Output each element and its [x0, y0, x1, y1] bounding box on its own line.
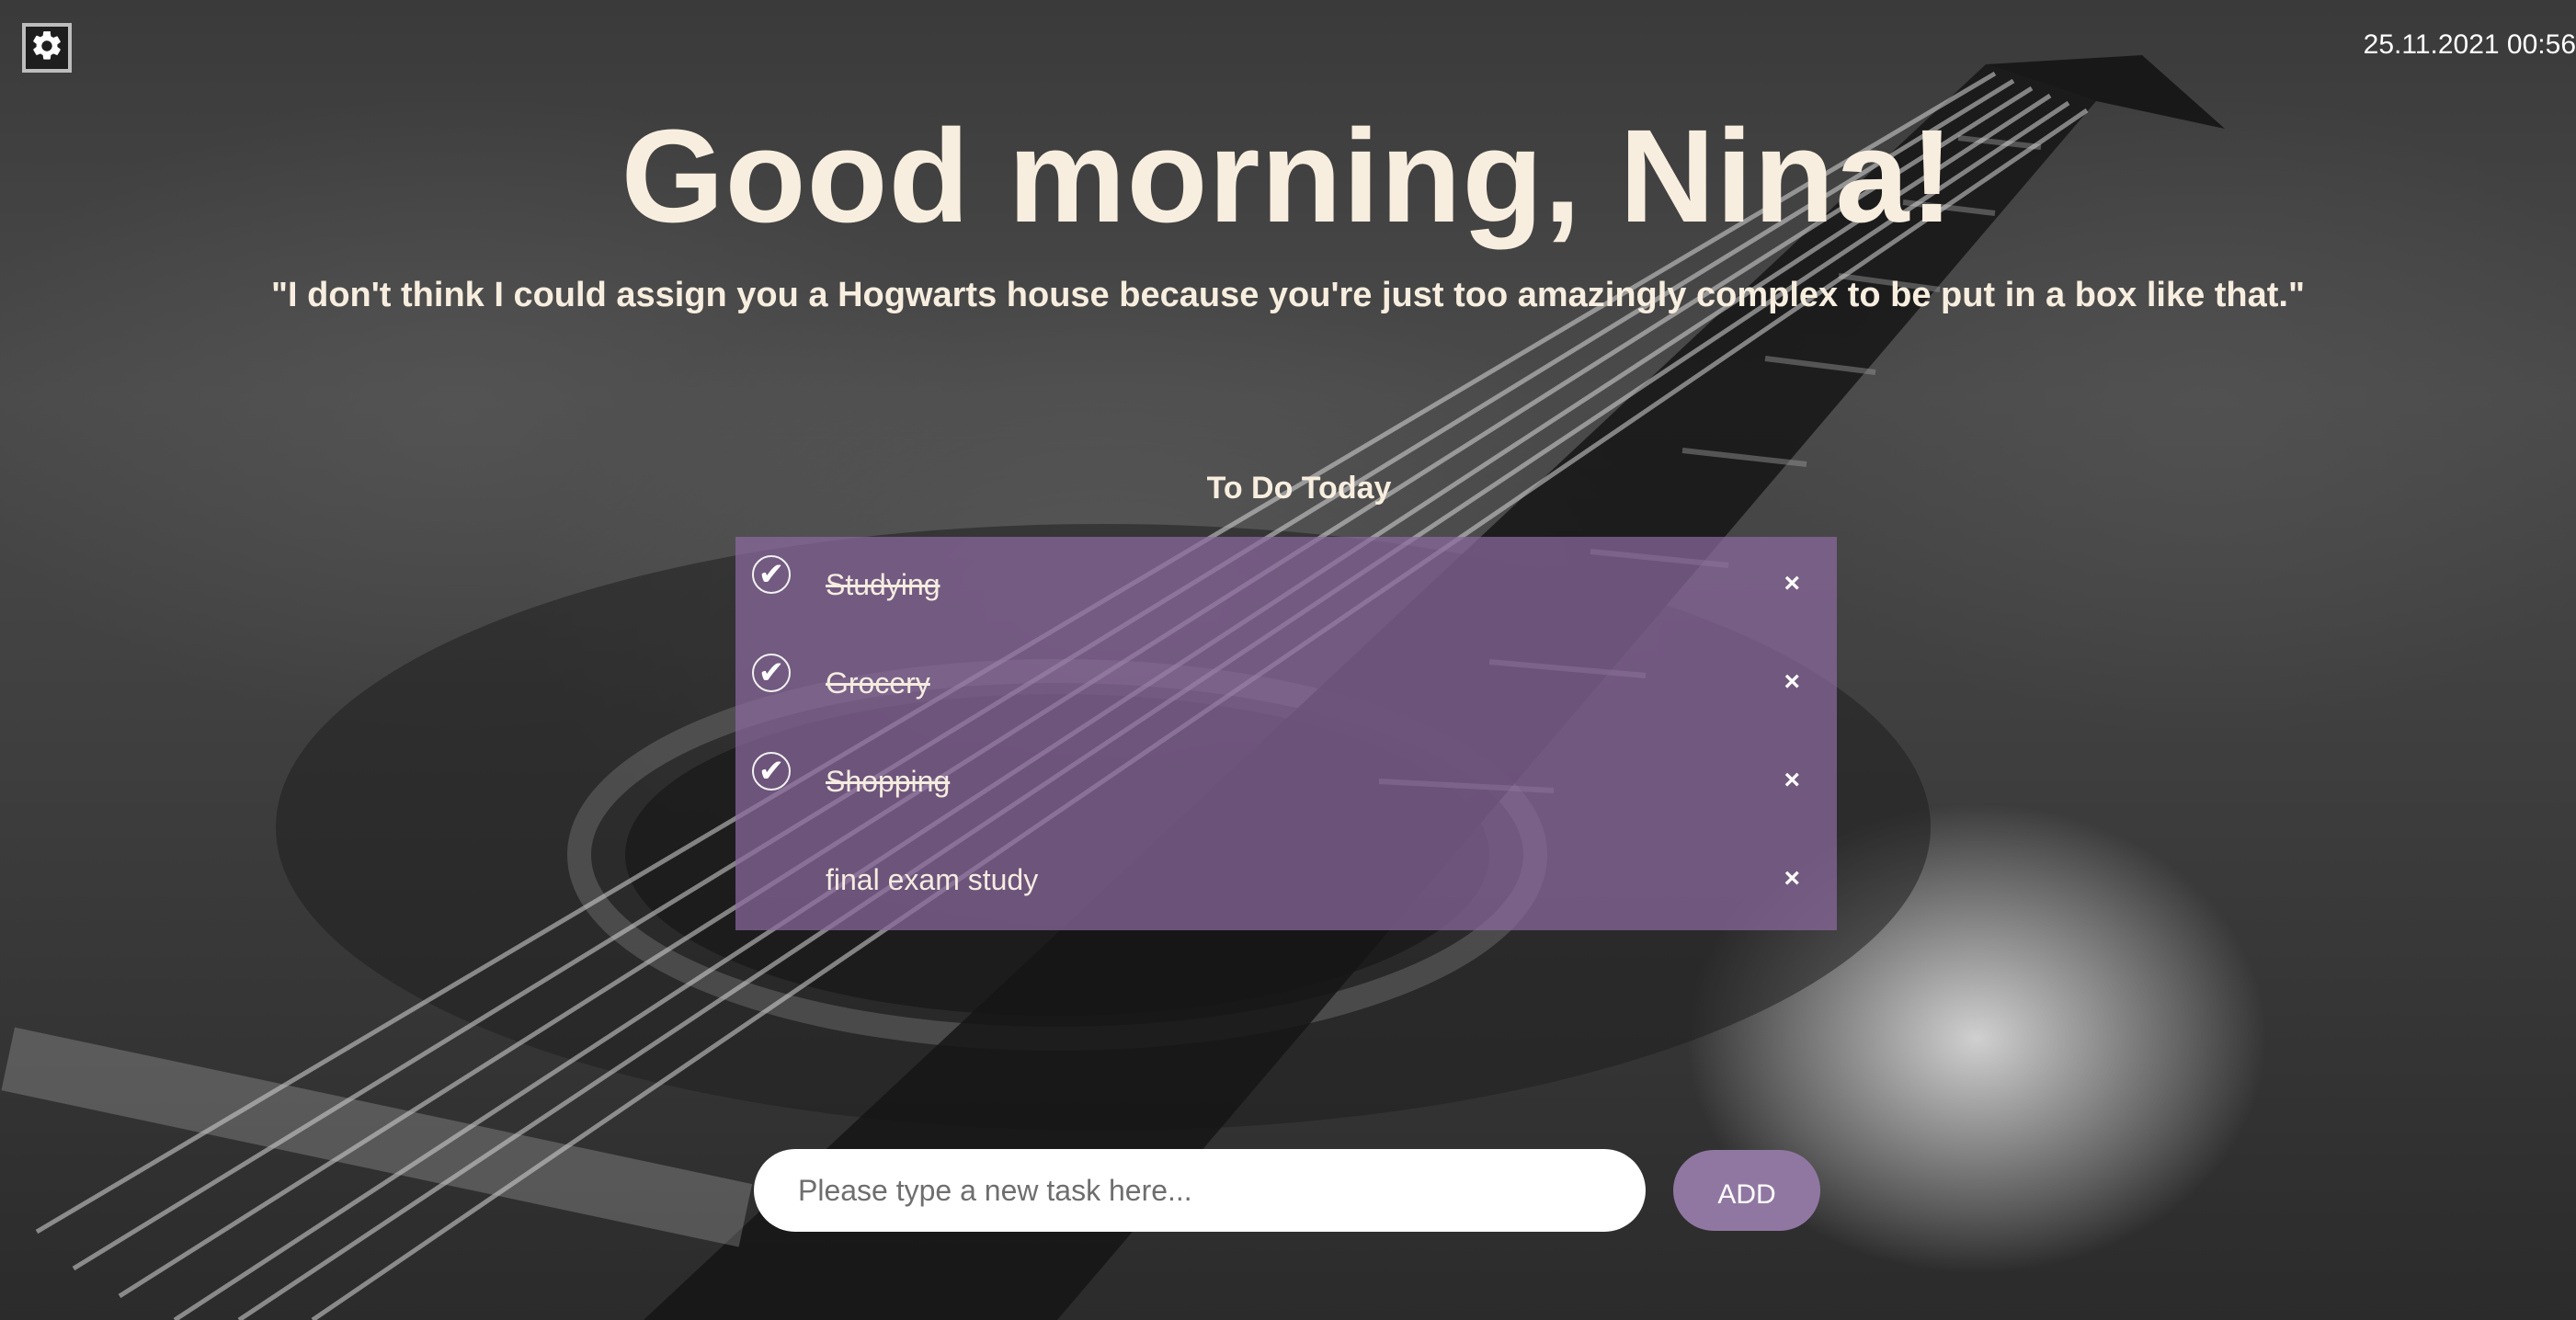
- todo-list: ✔ Studying × ✔ Grocery × ✔ Shopping × fi…: [735, 537, 1837, 930]
- close-icon[interactable]: ×: [1784, 568, 1800, 599]
- todo-title: To Do Today: [1206, 471, 1392, 506]
- quote-text: "I don't think I could assign you a Hogw…: [271, 276, 2305, 314]
- new-task-input[interactable]: [754, 1149, 1646, 1232]
- todo-item: ✔ Grocery ×: [735, 635, 1837, 734]
- todo-item: ✔ Shopping ×: [735, 734, 1837, 832]
- close-icon[interactable]: ×: [1784, 765, 1800, 796]
- todo-item: ✔ Studying ×: [735, 537, 1837, 635]
- todo-item-label[interactable]: final exam study: [826, 863, 1038, 897]
- checkmark-icon[interactable]: ✔: [752, 555, 791, 594]
- greeting-heading: Good morning, Nina!: [621, 102, 1955, 250]
- add-task-button[interactable]: ADD: [1673, 1150, 1820, 1231]
- checkbox-empty[interactable]: [752, 850, 791, 889]
- gear-icon: [29, 28, 64, 68]
- datetime-display: 25.11.2021 00:56: [2363, 29, 2576, 60]
- settings-button[interactable]: [22, 23, 72, 73]
- todo-item: final exam study ×: [735, 832, 1837, 930]
- checkmark-icon[interactable]: ✔: [752, 752, 791, 791]
- todo-item-label[interactable]: Grocery: [826, 666, 930, 700]
- todo-item-label[interactable]: Shopping: [826, 765, 950, 799]
- todo-item-label[interactable]: Studying: [826, 568, 940, 602]
- checkmark-icon[interactable]: ✔: [752, 654, 791, 692]
- close-icon[interactable]: ×: [1784, 863, 1800, 894]
- close-icon[interactable]: ×: [1784, 666, 1800, 698]
